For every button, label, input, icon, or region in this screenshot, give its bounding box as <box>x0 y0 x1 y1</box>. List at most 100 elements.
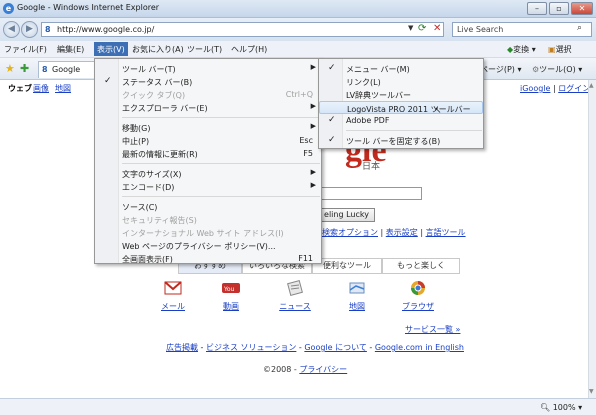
menu-tools[interactable]: ツール(T) <box>187 44 222 55</box>
display-settings-link[interactable]: 表示設定 <box>386 228 418 237</box>
checkmark-icon: ✓ <box>328 63 336 73</box>
tab-more-fun[interactable]: もっと楽しく <box>382 258 460 274</box>
service-news[interactable]: ニュース <box>276 280 314 312</box>
submenu-item-adobe-pdf[interactable]: ✓ Adobe PDF <box>319 114 483 127</box>
search-box[interactable]: Live Search ⌕ <box>452 22 592 37</box>
minimize-button[interactable]: – <box>527 2 547 15</box>
scroll-up-icon[interactable]: ▲ <box>589 82 594 89</box>
submenu-item-menubar[interactable]: ✓ メニュー バー(M) <box>319 62 483 75</box>
menu-item-toolbars[interactable]: ツール バー(T) ▶ <box>95 62 321 75</box>
ads-link[interactable]: 広告掲載 <box>166 343 198 352</box>
service-mail[interactable]: メール <box>154 280 192 312</box>
menu-item-label: メニュー バー(M) <box>346 65 410 74</box>
all-services-link[interactable]: サービス一覧 » <box>405 324 460 335</box>
language-tools-link[interactable]: 言語ツール <box>426 228 466 237</box>
menu-view[interactable]: 表示(V) <box>94 42 128 56</box>
nav-images[interactable]: 画像 <box>33 83 49 94</box>
stop-icon[interactable]: ✕ <box>433 23 441 34</box>
select-button[interactable]: ▣選択 <box>548 44 572 55</box>
menu-item-refresh[interactable]: 最新の情報に更新(R) F5 <box>95 147 321 160</box>
menu-item-go[interactable]: 移動(G) ▶ <box>95 121 321 134</box>
nav-maps[interactable]: 地図 <box>55 83 71 94</box>
menu-item-stop[interactable]: 中止(P) Esc <box>95 134 321 147</box>
youtube-icon: You <box>222 283 240 293</box>
google-com-link[interactable]: Google.com in English <box>375 343 464 352</box>
address-bar[interactable]: 8 http://www.google.co.jp/ ▼ ⟳ ✕ <box>41 22 444 37</box>
forward-button[interactable]: ▶ <box>21 21 38 38</box>
search-query-input[interactable] <box>320 187 422 200</box>
menu-item-security-report[interactable]: セキュリティ報告(S) <box>95 213 321 226</box>
service-label: ニュース <box>279 302 311 311</box>
privacy-link[interactable]: プライバシー <box>299 365 347 374</box>
view-menu: ツール バー(T) ▶ ✓ ステータス バー(B) クイック タブ(Q) Ctr… <box>94 58 322 264</box>
menu-help[interactable]: ヘルプ(H) <box>231 44 267 55</box>
menu-separator <box>122 163 320 164</box>
business-link[interactable]: ビジネス ソリューション <box>206 343 296 352</box>
scroll-down-icon[interactable]: ▼ <box>589 388 594 395</box>
menu-item-statusbar[interactable]: ✓ ステータス バー(B) <box>95 75 321 88</box>
submenu-item-lock-toolbars[interactable]: ✓ ツール バーを固定する(B) <box>319 134 483 147</box>
menu-item-label: LV辞典ツールバー <box>346 91 412 100</box>
tab-useful-tools[interactable]: 便利なツール <box>312 258 382 274</box>
menu-edit[interactable]: 編集(E) <box>57 44 84 55</box>
menu-item-shortcut: Ctrl+Q <box>285 90 313 99</box>
page-menu-label: ページ(P) <box>480 65 515 74</box>
menu-item-label: エクスプローラ バー(E) <box>122 104 208 113</box>
menu-item-text-size[interactable]: 文字のサイズ(X) ▶ <box>95 167 321 180</box>
menu-item-privacy-policy[interactable]: Web ページのプライバシー ポリシー(V)... <box>95 239 321 252</box>
add-favorites-icon[interactable]: ✚ <box>20 62 29 75</box>
tab-title: Google <box>52 65 81 74</box>
internet-explorer-icon: e <box>3 3 14 14</box>
menu-item-label: Web ページのプライバシー ポリシー(V)... <box>122 242 276 251</box>
service-maps[interactable]: 地図 <box>338 280 376 312</box>
service-video[interactable]: You 動画 <box>212 280 250 312</box>
menu-item-international-address[interactable]: インターナショナル Web サイト アドレス(I) <box>95 226 321 239</box>
refresh-icon[interactable]: ⟳ <box>418 23 426 34</box>
menu-item-fullscreen[interactable]: 全画面表示(F) F11 <box>95 252 321 265</box>
menu-item-label: 移動(G) <box>122 124 151 133</box>
menu-item-shortcut: Esc <box>299 136 313 145</box>
tools-menu[interactable]: ⚙ツール(O) ▾ <box>532 64 582 75</box>
tools-menu-label: ツール(O) <box>539 65 576 74</box>
submenu-arrow-icon: ▶ <box>310 63 316 71</box>
back-button[interactable]: ◀ <box>3 21 20 38</box>
favorites-star-icon[interactable]: ★ <box>5 62 15 75</box>
page-menu[interactable]: ページ(P) ▾ <box>480 64 521 75</box>
menu-item-explorer-bar[interactable]: エクスプローラ バー(E) ▶ <box>95 101 321 114</box>
submenu-item-logovista-toolbar[interactable]: LogoVista PRO 2011 ツールバー ↖ <box>319 101 483 116</box>
vertical-scrollbar[interactable]: ▲ ▼ <box>588 80 596 398</box>
menu-file[interactable]: ファイル(F) <box>4 44 47 55</box>
igoogle-link[interactable]: iGoogle <box>520 84 550 93</box>
browser-tab[interactable]: 8 Google <box>38 61 98 78</box>
menu-item-label: エンコード(D) <box>122 183 175 192</box>
search-options-link[interactable]: 検索オプション <box>322 228 378 237</box>
submenu-item-links[interactable]: リンク(L) <box>319 75 483 88</box>
menu-item-label: ステータス バー(B) <box>122 78 193 87</box>
service-label: 地図 <box>349 302 365 311</box>
maps-icon <box>349 282 365 294</box>
close-button[interactable]: ✕ <box>571 2 593 15</box>
service-browser[interactable]: ブラウザ <box>399 280 437 312</box>
zoom-level[interactable]: 🔍︎ 100% ▾ <box>540 403 582 412</box>
menu-item-label: ソース(C) <box>122 203 158 212</box>
feeling-lucky-button[interactable]: eling Lucky <box>318 208 375 222</box>
menu-separator <box>122 196 320 197</box>
copyright-text: ©2008 - <box>263 365 300 374</box>
menu-item-label: セキュリティ報告(S) <box>122 216 197 225</box>
menu-item-source[interactable]: ソース(C) <box>95 200 321 213</box>
search-icon[interactable]: ⌕ <box>577 23 582 33</box>
menu-item-quicktabs[interactable]: クイック タブ(Q) Ctrl+Q <box>95 88 321 101</box>
logo-subtitle: 日本 <box>362 162 381 172</box>
menu-separator <box>122 117 320 118</box>
convert-button[interactable]: ◆変換 ▾ <box>507 44 536 55</box>
about-google-link[interactable]: Google について <box>304 343 367 352</box>
menu-favorites[interactable]: お気に入り(A) <box>132 44 184 55</box>
login-link[interactable]: ログイン <box>558 84 590 93</box>
menu-item-encoding[interactable]: エンコード(D) ▶ <box>95 180 321 193</box>
submenu-item-lv-toolbar[interactable]: LV辞典ツールバー <box>319 88 483 101</box>
maximize-button[interactable]: ▫ <box>549 2 569 15</box>
nav-web[interactable]: ウェブ <box>8 83 32 94</box>
address-dropdown-icon[interactable]: ▼ <box>408 24 413 32</box>
menu-item-label: クイック タブ(Q) <box>122 91 186 100</box>
google-favicon-icon: 8 <box>45 25 51 34</box>
